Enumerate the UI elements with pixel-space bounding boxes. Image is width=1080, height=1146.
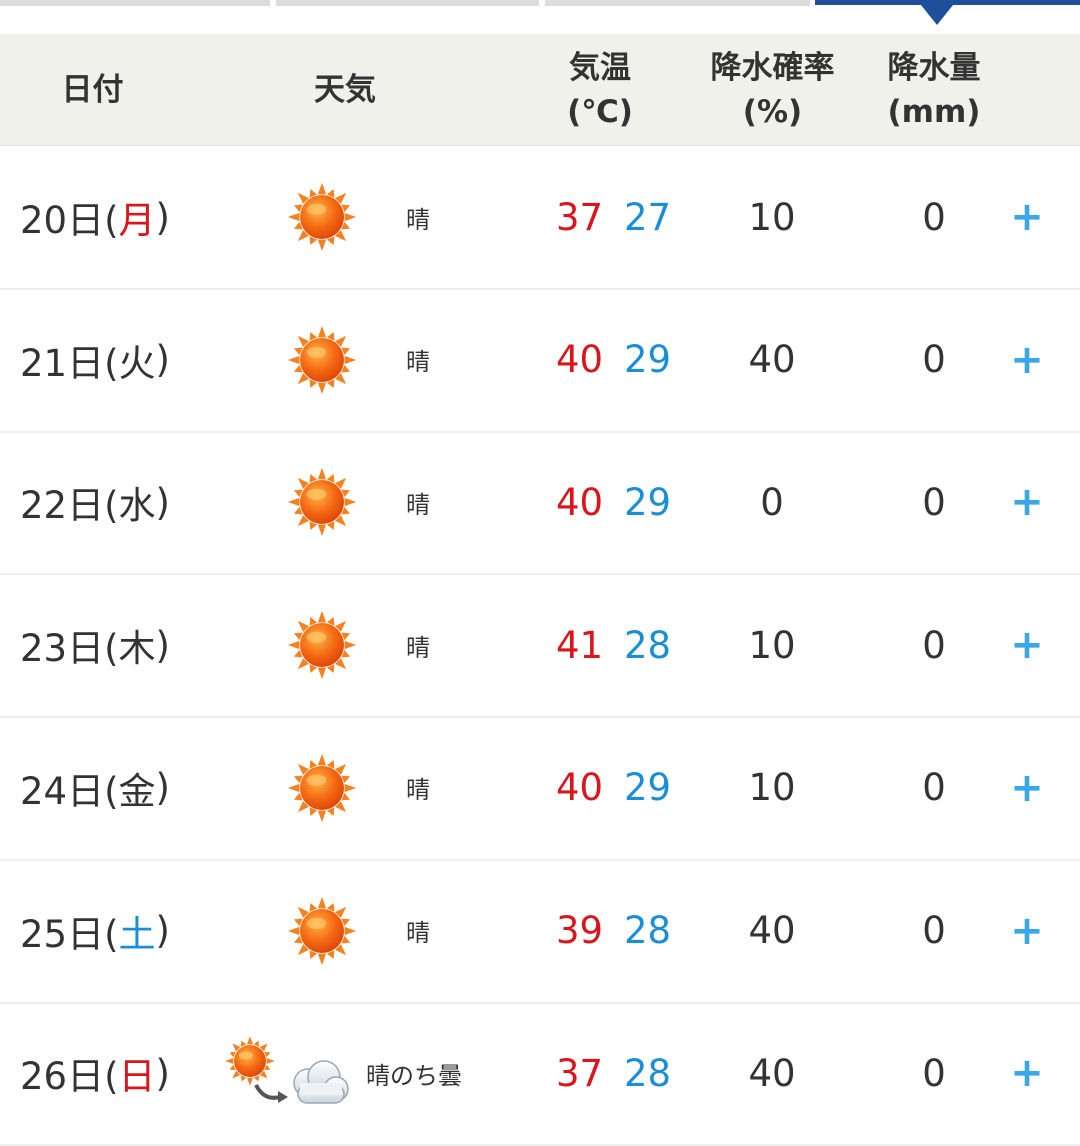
table-row[interactable]: 26日(日) 晴のち曇 37 28 40 0 + <box>0 1002 1080 1146</box>
active-tab-indicator <box>921 5 953 25</box>
table-row[interactable]: 23日(木) 晴 41 28 10 0 + <box>0 574 1080 719</box>
max-temperature: 41 <box>556 623 604 667</box>
weekday: 水 <box>118 484 156 528</box>
precip-amount: 0 <box>922 1051 946 1095</box>
day-date: 24日(金) <box>20 717 170 859</box>
weekday: 土 <box>118 912 156 956</box>
expand-icon[interactable]: + <box>1010 431 1044 573</box>
expand-icon[interactable]: + <box>1010 1002 1044 1144</box>
min-temperature: 27 <box>624 195 672 239</box>
max-temperature: 40 <box>556 480 604 524</box>
precip-amount: 0 <box>922 623 946 667</box>
weather-text: 晴 <box>406 490 430 519</box>
sun-icon <box>284 289 360 431</box>
table-row[interactable]: 22日(水) 晴 40 29 0 0 + <box>0 431 1080 576</box>
weekday: 木 <box>118 627 156 671</box>
min-temperature: 29 <box>624 480 672 524</box>
weather-text: 晴 <box>406 776 430 805</box>
weather-text: 晴 <box>406 348 430 377</box>
table-row[interactable]: 25日(土) 晴 39 28 40 0 + <box>0 860 1080 1004</box>
weekday: 金 <box>118 769 156 813</box>
weekday: 火 <box>118 341 156 385</box>
precip-amount: 0 <box>922 766 946 810</box>
precip-probability: 40 <box>748 1051 796 1095</box>
precip-probability: 0 <box>760 480 784 524</box>
precip-amount: 0 <box>922 909 946 952</box>
header-precip-amount: 降水量 (mm) <box>887 49 981 130</box>
max-temperature: 39 <box>556 909 604 952</box>
table-row[interactable]: 20日(月) 晴 37 27 10 0 + <box>0 146 1080 290</box>
sun-icon <box>284 717 360 859</box>
weekday: 日 <box>118 1055 156 1099</box>
max-temperature: 40 <box>556 766 604 810</box>
header-date: 日付 <box>61 71 124 108</box>
header-temperature: 気温 (℃) <box>567 49 633 130</box>
tab-2[interactable] <box>276 0 539 6</box>
precip-probability: 10 <box>748 195 796 239</box>
sun-icon <box>284 431 360 573</box>
max-temperature: 37 <box>556 1051 604 1095</box>
day-date: 25日(土) <box>20 860 170 1002</box>
precip-amount: 0 <box>922 195 946 239</box>
weather-text: 晴 <box>406 633 430 662</box>
precip-amount: 0 <box>922 480 946 524</box>
min-temperature: 28 <box>624 909 672 952</box>
day-date: 21日(火) <box>20 289 170 431</box>
expand-icon[interactable]: + <box>1010 146 1044 288</box>
header-precip-probability: 降水確率 (%) <box>710 49 835 130</box>
weather-text: 晴 <box>406 205 430 234</box>
expand-icon[interactable]: + <box>1010 717 1044 859</box>
sun-icon <box>284 860 360 1002</box>
precip-probability: 10 <box>748 766 796 810</box>
tab-3[interactable] <box>545 0 810 6</box>
table-row[interactable]: 24日(金) 晴 40 29 10 0 + <box>0 717 1080 861</box>
sun-then-cloud-icon <box>220 1002 350 1144</box>
day-date: 20日(月) <box>20 146 170 288</box>
min-temperature: 29 <box>624 338 672 382</box>
sun-icon <box>284 146 360 288</box>
weekday: 月 <box>118 199 156 242</box>
table-row[interactable]: 21日(火) 晴 40 29 40 0 + <box>0 289 1080 433</box>
max-temperature: 40 <box>556 338 604 382</box>
precip-probability: 40 <box>748 338 796 382</box>
expand-icon[interactable]: + <box>1010 289 1044 431</box>
day-date: 26日(日) <box>20 1002 170 1144</box>
tab-bar <box>0 0 1080 34</box>
day-date: 22日(水) <box>20 431 170 573</box>
precip-probability: 10 <box>748 623 796 667</box>
expand-icon[interactable]: + <box>1010 860 1044 1002</box>
min-temperature: 28 <box>624 1051 672 1095</box>
tab-1[interactable] <box>0 0 270 6</box>
min-temperature: 28 <box>624 623 672 667</box>
table-header: 日付 天気 気温 (℃) 降水確率 (%) 降水量 (mm) <box>0 34 1080 146</box>
max-temperature: 37 <box>556 195 604 239</box>
expand-icon[interactable]: + <box>1010 574 1044 716</box>
sun-icon <box>284 574 360 716</box>
min-temperature: 29 <box>624 766 672 810</box>
weather-text: 晴のち曇 <box>366 1061 462 1090</box>
precip-probability: 40 <box>748 909 796 952</box>
day-date: 23日(木) <box>20 574 170 716</box>
header-weather: 天気 <box>314 71 376 108</box>
weather-text: 晴 <box>406 919 430 947</box>
precip-amount: 0 <box>922 338 946 382</box>
